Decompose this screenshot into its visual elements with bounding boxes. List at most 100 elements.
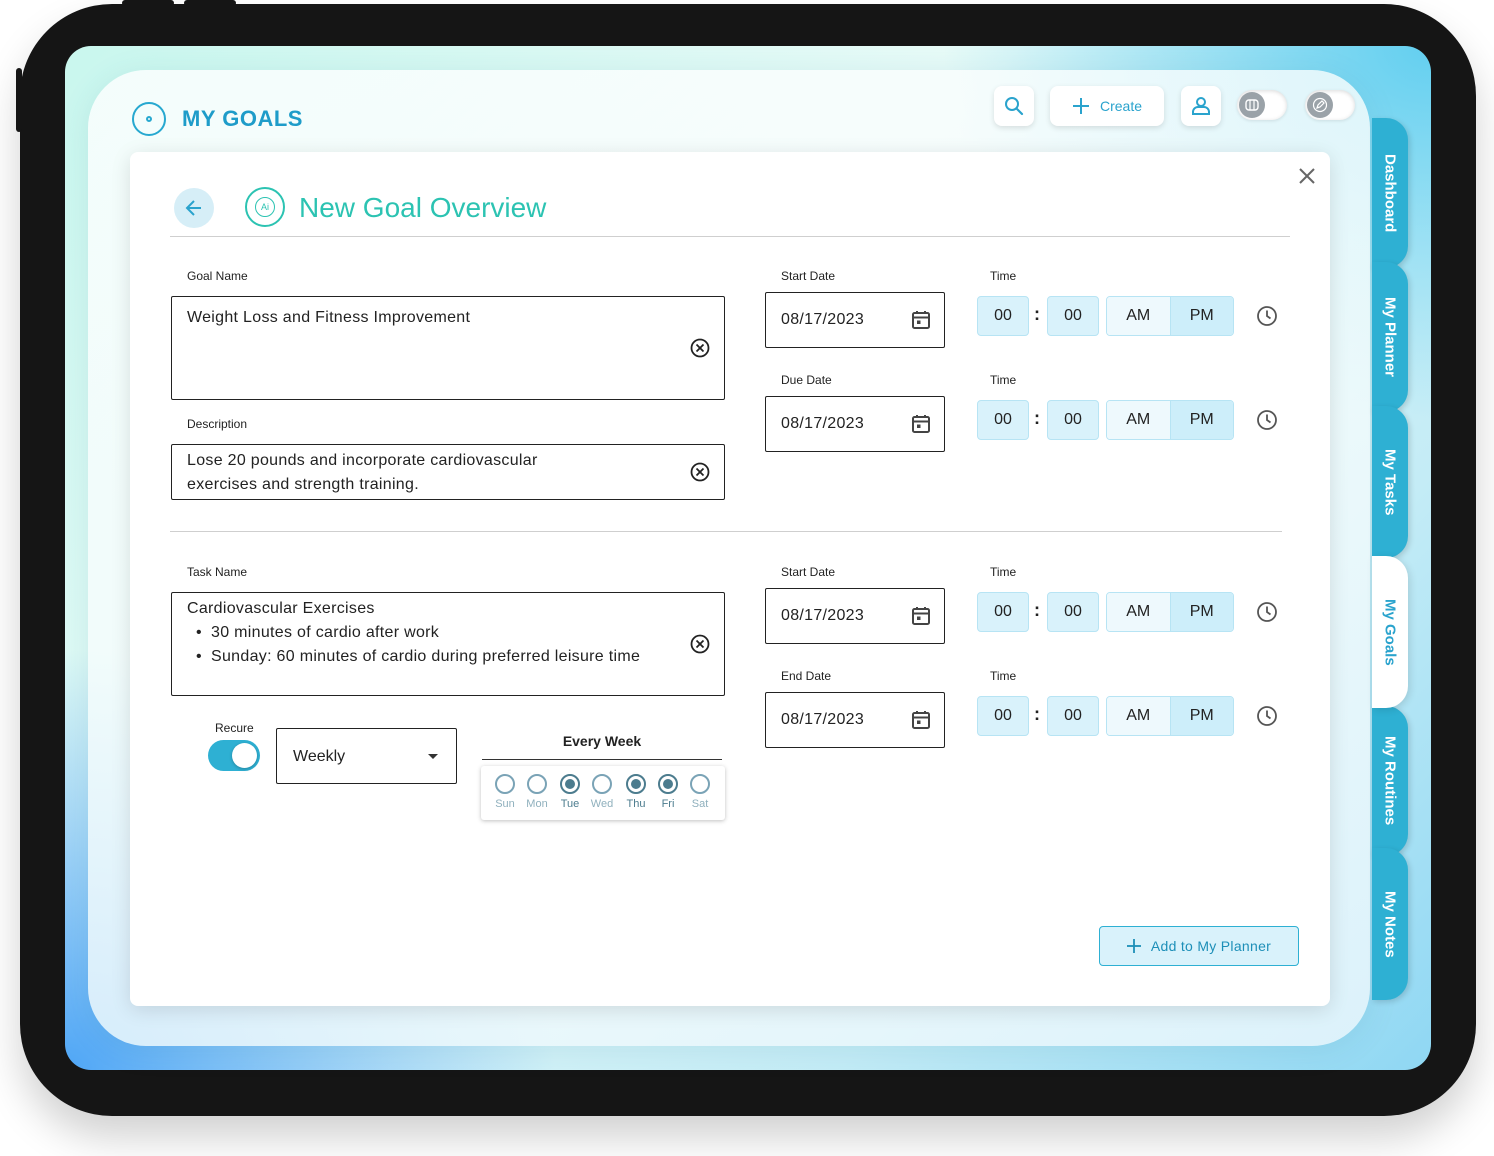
time-colon: : [1034,600,1040,620]
clear-circle-icon[interactable] [690,462,710,482]
task-end-hour-input[interactable]: 00 [977,696,1029,736]
tab-dashboard[interactable]: Dashboard [1372,118,1408,268]
back-button[interactable] [174,188,214,228]
day-thu[interactable]: Thu [621,774,651,810]
goal-start-hour-input[interactable]: 00 [977,296,1029,336]
target-icon [132,102,166,136]
clear-circle-icon[interactable] [690,634,710,654]
day-mon[interactable]: Mon [522,774,552,810]
profile-button[interactable] [1181,86,1221,126]
goal-card [130,152,1330,1006]
weekday-picker: Sun Mon Tue Wed Thu Fri Sat [481,766,725,820]
tab-my-planner[interactable]: My Planner [1372,262,1408,412]
task-end-minute-input[interactable]: 00 [1047,696,1099,736]
clock-icon[interactable] [1256,409,1278,431]
clock-icon[interactable] [1256,601,1278,623]
calendar-icon[interactable] [910,709,932,731]
radio-checked-icon [658,774,678,794]
tab-label: My Notes [1381,890,1399,958]
day-sun[interactable]: Sun [490,774,520,810]
hour-value: 00 [994,707,1012,724]
every-week-label: Every Week [562,733,642,749]
search-icon [1005,97,1024,116]
tab-my-routines[interactable]: My Routines [1372,706,1408,856]
clear-circle-icon[interactable] [690,338,710,358]
task-name-input[interactable]: Cardiovascular Exercises 30 minutes of c… [171,592,725,696]
day-tue[interactable]: Tue [555,774,585,810]
hardware-button [184,0,236,6]
clock-icon[interactable] [1256,705,1278,727]
pm-option[interactable]: PM [1170,697,1233,735]
description-input[interactable]: Lose 20 pounds and incorporate cardiovas… [171,444,725,500]
description-value: Lose 20 pounds and incorporate cardiovas… [187,452,538,493]
tab-label: My Goals [1381,598,1399,666]
day-label: Fri [661,798,675,810]
radio-checked-icon [560,774,580,794]
pm-option[interactable]: PM [1170,401,1233,439]
minute-value: 00 [1064,307,1082,324]
calendar-icon[interactable] [910,309,932,331]
task-end-date-input[interactable]: 08/17/2023 [765,692,945,748]
goal-due-minute-input[interactable]: 00 [1047,400,1099,440]
date-value: 08/17/2023 [781,711,865,728]
task-start-minute-input[interactable]: 00 [1047,592,1099,632]
frequency-select[interactable]: Weekly [276,728,457,784]
am-option[interactable]: AM [1107,297,1171,335]
time-colon: : [1034,304,1040,324]
minute-value: 00 [1064,411,1082,428]
day-wed[interactable]: Wed [587,774,617,810]
add-button-label: Add to My Planner [1150,938,1272,954]
task-start-time-label: Time [990,565,1017,579]
goal-start-date-input[interactable]: 08/17/2023 [765,292,945,348]
task-start-date-input[interactable]: 08/17/2023 [765,588,945,644]
calendar-icon[interactable] [910,413,932,435]
pm-option[interactable]: PM [1170,593,1233,631]
day-label: Sat [691,798,709,810]
date-value: 08/17/2023 [781,607,865,624]
radio-checked-icon [626,774,646,794]
divider [170,236,1290,237]
day-sat[interactable]: Sat [685,774,715,810]
tab-my-notes[interactable]: My Notes [1372,848,1408,1000]
description-label: Description [187,417,248,431]
search-button[interactable] [994,86,1034,126]
create-button[interactable]: Create [1050,86,1164,126]
radio-icon [690,774,710,794]
am-option[interactable]: AM [1107,697,1171,735]
recure-label: Recure [215,721,254,735]
ai-mode-toggle[interactable] [1237,90,1287,120]
edit-mode-toggle[interactable] [1305,90,1355,120]
close-icon[interactable] [1297,166,1317,186]
radio-icon [527,774,547,794]
task-name-content: Cardiovascular Exercises 30 minutes of c… [187,597,644,669]
tab-my-tasks[interactable]: My Tasks [1372,406,1408,558]
task-name-value: Cardiovascular Exercises [187,600,375,617]
goal-start-time-label: Time [990,269,1017,283]
date-value: 08/17/2023 [781,311,865,328]
task-start-hour-input[interactable]: 00 [977,592,1029,632]
goal-name-input[interactable]: Weight Loss and Fitness Improvement [171,296,725,400]
radio-icon [592,774,612,794]
arrow-left-icon [185,200,201,216]
am-option[interactable]: AM [1107,401,1171,439]
clock-icon[interactable] [1256,305,1278,327]
goal-due-date-input[interactable]: 08/17/2023 [765,396,945,452]
ai-icon: Ai [245,187,285,227]
section-divider [170,531,1282,532]
day-fri[interactable]: Fri [653,774,683,810]
calendar-icon[interactable] [910,605,932,627]
goal-start-minute-input[interactable]: 00 [1047,296,1099,336]
task-bullet: Sunday: 60 minutes of cardio during pref… [196,645,644,669]
pencil-icon [1312,97,1328,113]
pm-option[interactable]: PM [1170,297,1233,335]
tab-label: Dashboard [1381,153,1399,233]
am-option[interactable]: AM [1107,593,1171,631]
hardware-button [16,68,22,132]
goal-due-time-label: Time [990,373,1017,387]
tab-my-goals[interactable]: My Goals [1372,556,1408,708]
add-to-planner-button[interactable]: Add to My Planner [1099,926,1299,966]
goal-due-hour-input[interactable]: 00 [977,400,1029,440]
hardware-button [122,0,174,6]
goal-name-value: Weight Loss and Fitness Improvement [187,309,471,326]
recure-toggle[interactable] [208,740,260,771]
